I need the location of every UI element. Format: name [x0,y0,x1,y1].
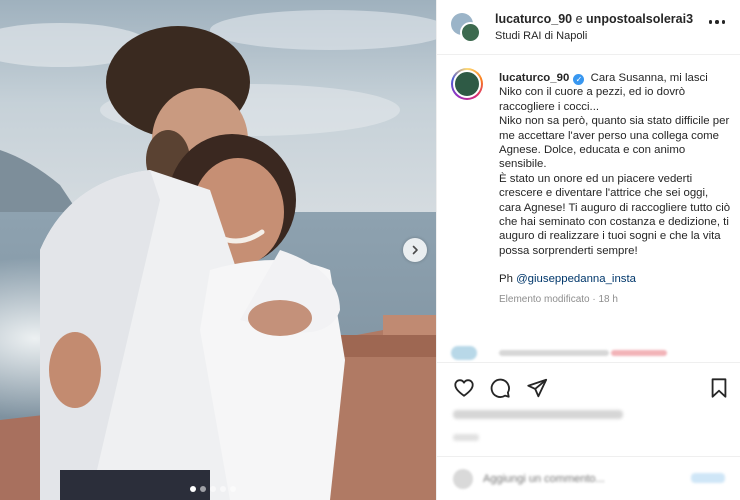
caption-username[interactable]: lucaturco_90 [499,72,569,84]
collab-avatars[interactable] [451,13,481,43]
post-authors: lucaturco_90 e unpostoalsolerai3 [495,12,693,26]
caption-avatar[interactable] [451,68,483,100]
post-date [453,434,479,441]
carousel-dot [210,486,216,492]
comment-input[interactable] [483,473,653,485]
coauthor-link[interactable]: unpostoalsolerai3 [586,12,693,26]
meta-separator: · [589,293,599,305]
avatar [460,22,481,43]
post-meta: Elemento modificato · 18 h [499,293,731,307]
carousel-indicator [190,486,236,492]
likes-count[interactable] [453,410,623,419]
comment-icon [490,378,510,398]
post-age[interactable]: 18 h [599,294,618,305]
more-options-button[interactable] [708,20,725,24]
post-header: lucaturco_90 e unpostoalsolerai3 Studi R… [437,0,740,55]
comment-form [437,456,740,500]
mention-link[interactable]: @giuseppedanna_insta [516,273,636,285]
post-image [0,0,436,500]
author-connector: e [575,12,583,26]
publish-comment-button[interactable] [691,473,725,483]
caption-line-3: È stato un onore ed un piacere vederti c… [499,172,731,257]
carousel-dot [220,486,226,492]
caption-line-2: Niko non sa però, quanto sia stato diffi… [499,115,730,171]
author-link[interactable]: lucaturco_90 [495,12,572,26]
blurred-comment [451,346,721,360]
bookmark-icon [711,378,727,398]
photo-credit: Ph @giuseppedanna_insta [499,272,731,286]
photo-credit-prefix: Ph [499,273,517,286]
post-sidebar: lucaturco_90 e unpostoalsolerai3 Studi R… [436,0,740,500]
emoji-icon[interactable] [453,469,473,489]
action-bar [437,362,740,412]
caption-text: lucaturco_90 ✓ Cara Susanna, mi lasci Ni… [499,71,731,307]
like-button[interactable] [453,377,475,399]
verified-badge-icon: ✓ [573,74,585,85]
chevron-right-icon [412,245,418,255]
save-button[interactable] [708,377,730,399]
carousel-dot [200,486,206,492]
carousel-dot [230,486,236,492]
more-dots-icon [708,20,712,24]
post-photo[interactable] [0,0,436,500]
heart-icon [454,379,474,397]
comment-button[interactable] [489,377,511,399]
caption-section: lucaturco_90 ✓ Cara Susanna, mi lasci Ni… [437,56,740,360]
paper-plane-icon [527,378,548,398]
share-button[interactable] [526,377,548,399]
next-slide-button[interactable] [403,238,427,262]
edited-label: Elemento modificato [499,293,590,305]
location-link[interactable]: Studi RAI di Napoli [495,30,587,42]
carousel-dot [190,486,196,492]
